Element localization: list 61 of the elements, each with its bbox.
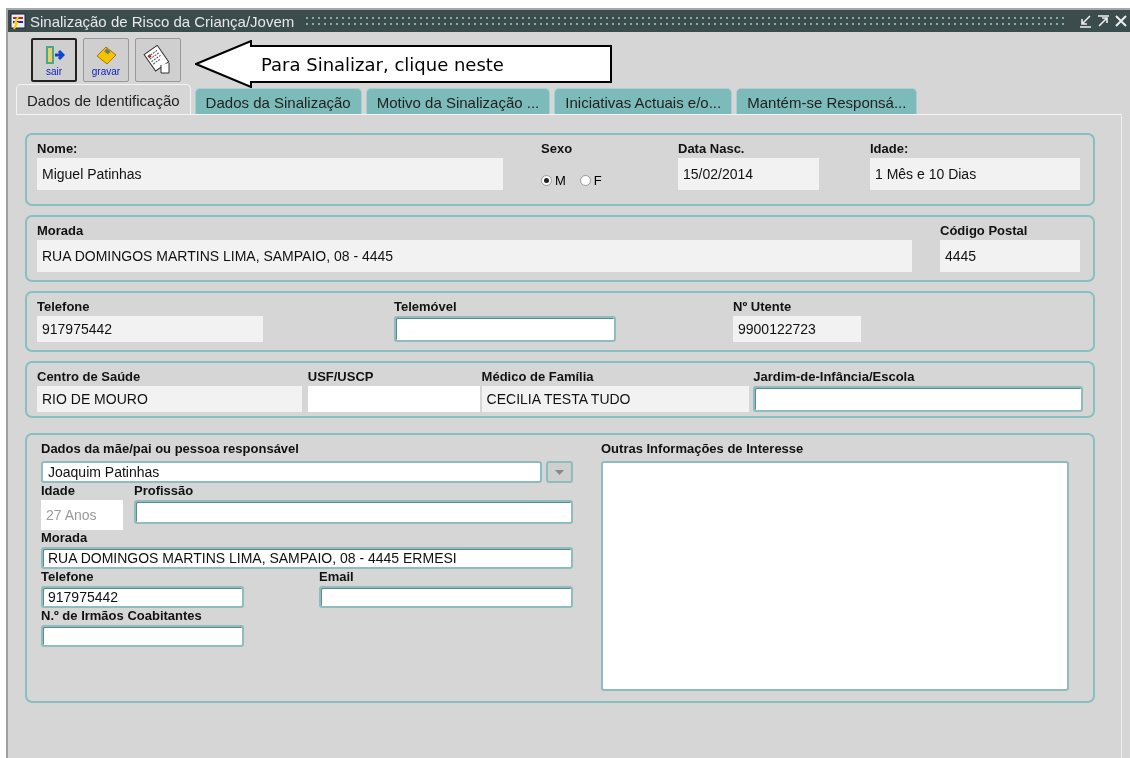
dropdown-button[interactable]	[546, 461, 573, 483]
tab[interactable]: Mantém-se Responsá...	[736, 88, 918, 114]
field-label: Morada	[37, 223, 85, 240]
field-value: RIO DE MOURO	[37, 386, 302, 412]
field-value: 27 Anos	[41, 500, 123, 530]
radio-button[interactable]	[579, 174, 591, 186]
input-field[interactable]	[394, 316, 616, 342]
field-label: Telefone	[37, 299, 91, 316]
field-value: CECILIA TESTA TUDO	[481, 386, 750, 412]
app-icon	[10, 12, 26, 30]
input-field[interactable]	[753, 386, 1083, 412]
field-value: 917975442	[37, 316, 263, 342]
field-label: Nome:	[37, 141, 79, 158]
caret-icon	[555, 469, 564, 475]
field-label: Sexo	[541, 141, 574, 158]
field-value: RUA DOMINGOS MARTINS LIMA, SAMPAIO, 08 - 4445	[37, 240, 912, 272]
field-label: Código Postal	[940, 223, 1029, 240]
tab[interactable]: Motivo da Sinalização ...	[365, 88, 551, 114]
field-label: Profissão	[134, 483, 195, 500]
radio-label: F	[593, 172, 602, 188]
save-button[interactable]: gravar	[83, 38, 129, 82]
field-label: Idade:	[870, 141, 910, 158]
field-label: Médico de Família	[481, 369, 595, 386]
field-label: Data Nasc.	[678, 141, 746, 158]
window-title: Sinalização de Risco da Criança/Jovem	[30, 12, 295, 30]
text-area[interactable]	[601, 461, 1069, 691]
field-label: Centro de Saúde	[37, 369, 142, 386]
field-label: Telefone	[41, 569, 95, 586]
field-value: 15/02/2014	[678, 158, 819, 190]
close-icon[interactable]	[1114, 14, 1128, 28]
combo-field[interactable]: Joaquim Patinhas	[41, 461, 542, 483]
callout: Para Sinalizar, clique neste	[195, 40, 612, 88]
field-value: 4445	[940, 240, 1080, 272]
tab[interactable]: Iniciativas Actuais e/o...	[554, 88, 733, 114]
field-label: Morada	[41, 530, 89, 547]
field-label: Outras Informações de Interesse	[601, 441, 805, 456]
field-label: Telemóvel	[394, 299, 458, 316]
field-value: 1 Mês e 10 Dias	[870, 158, 1080, 190]
flag-button[interactable]	[135, 38, 181, 82]
field-label: Jardim-de-Infância/Escola	[753, 369, 916, 386]
input-field[interactable]: RUA DOMINGOS MARTINS LIMA, SAMPAIO, 08 - 4445 ERMESI	[41, 547, 573, 569]
field-label: Nº Utente	[733, 299, 793, 316]
radio-label: M	[555, 172, 566, 188]
minimize-icon[interactable]	[1078, 14, 1092, 28]
radio-button[interactable]	[541, 174, 552, 186]
exit-button[interactable]: sair	[31, 38, 77, 82]
input-field[interactable]	[319, 586, 573, 608]
field-label: Email	[319, 569, 355, 586]
field-label: N.º de Irmãos Coabitantes	[41, 608, 203, 625]
door-exit-icon	[43, 43, 65, 66]
field-label: Idade	[41, 483, 76, 500]
input-field[interactable]	[134, 500, 573, 524]
field-label: USF/USCP	[307, 369, 375, 386]
input-field[interactable]: 917975442	[41, 586, 244, 608]
tab[interactable]: Dados da Sinalização	[194, 88, 362, 114]
input-field[interactable]	[41, 625, 244, 647]
tab[interactable]: Dados de Identificação	[16, 84, 191, 114]
section-label: Dados da mãe/pai ou pessoa responsável	[41, 441, 300, 458]
maximize-icon[interactable]	[1096, 14, 1110, 28]
field-value: 9900122723	[733, 316, 861, 342]
field-value: Miguel Patinhas	[37, 158, 503, 190]
